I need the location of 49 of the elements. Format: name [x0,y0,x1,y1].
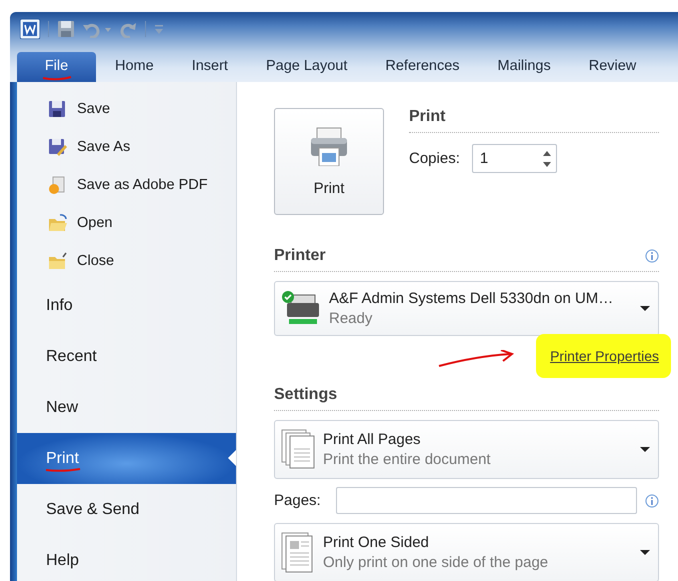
ribbon-tab[interactable]: References [385,52,460,82]
file-icon [48,176,67,194]
ribbon-tab[interactable]: Home [115,52,154,82]
spinner-arrows-icon [542,150,552,168]
menu-item[interactable]: Save [17,90,236,128]
file-icon [48,214,67,232]
info-icon [645,249,659,263]
pages-icon [281,429,315,470]
printer-properties-link[interactable]: Printer Properties [536,334,671,378]
settings-dropdown[interactable]: Print One Sided Only print on one side of the page [274,523,659,581]
dropdown-caret-icon [640,447,650,452]
printer-icon [281,290,321,326]
menu-item[interactable]: Recent [17,331,236,382]
ribbon-tab[interactable]: Insert [192,52,228,82]
menu-item[interactable]: Close [17,242,236,280]
redo-icon [119,20,137,38]
file-icon [48,100,67,118]
section-heading: Print [409,108,659,133]
file-icon [48,138,67,156]
ribbon-tab[interactable]: Mailings [498,52,551,82]
print-button[interactable]: Print [274,108,384,215]
pages-field[interactable] [336,487,638,514]
settings-dropdown[interactable]: Print All Pages Print the entire document [274,420,659,479]
menu-item[interactable]: Save as Adobe PDF [17,166,236,204]
menu-item[interactable]: Save & Send [17,484,236,535]
app-icon [20,19,40,39]
copies-spinner[interactable]: 1 [472,144,557,173]
copies-label: Copies: [409,150,460,167]
ribbon-tab[interactable]: File [17,52,96,82]
customize-icon [154,22,164,36]
menu-item[interactable]: Save As [17,128,236,166]
info-icon [645,494,659,508]
pages-label: Pages: [274,492,321,509]
pages-icon [281,532,315,573]
menu-item[interactable]: Info [17,280,236,331]
file-icon [48,252,67,270]
save-icon [57,20,75,38]
section-heading: Settings [274,386,659,411]
menu-item[interactable]: New [17,382,236,433]
dropdown-caret-icon [640,306,650,311]
menu-item[interactable]: Help [17,535,236,581]
menu-item[interactable]: Open [17,204,236,242]
ribbon-tab[interactable]: Page Layout [266,52,348,82]
ribbon-tab[interactable]: Review [588,52,636,82]
printer-icon [309,126,349,166]
dropdown-caret-icon [640,550,650,555]
printer-dropdown[interactable]: A&F Admin Systems Dell 5330dn on UM… Ready [274,281,659,336]
section-heading: Printer [274,247,326,265]
menu-item[interactable]: Print [17,433,236,484]
